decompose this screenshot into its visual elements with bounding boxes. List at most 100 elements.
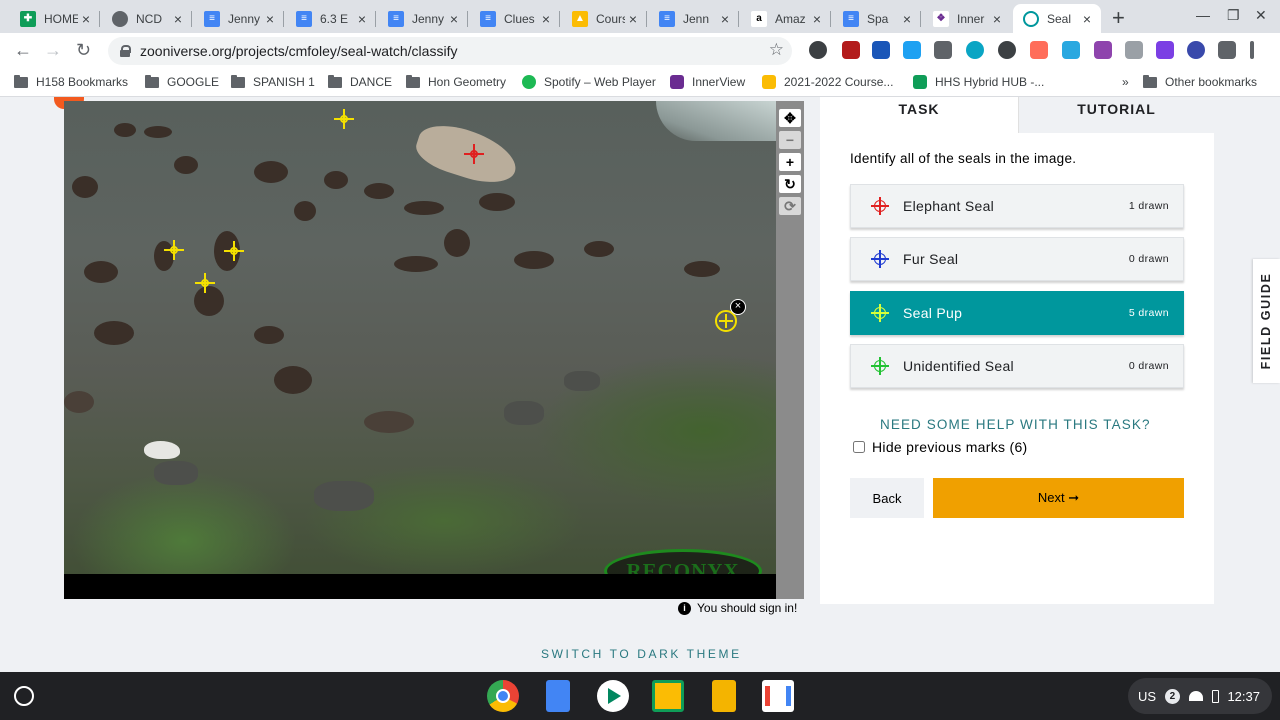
tab-docs-spanish[interactable]: ≡ Spa × (833, 4, 921, 33)
close-icon[interactable]: × (989, 11, 1005, 27)
bookmark-folder[interactable]: GOOGLE (145, 74, 219, 89)
close-icon[interactable]: × (625, 11, 641, 27)
extension-icon[interactable] (1094, 41, 1112, 59)
bookmarks-overflow[interactable]: » (1122, 75, 1129, 89)
bookmark-folder[interactable]: SPANISH 1 (231, 74, 315, 89)
bookmark-link[interactable]: InnerView (670, 75, 745, 89)
close-icon[interactable]: × (1079, 11, 1095, 27)
rotate-button[interactable]: ↻ (779, 175, 801, 193)
puzzle-icon[interactable] (1218, 41, 1236, 59)
tool-seal-pup[interactable]: Seal Pup 5 drawn (850, 291, 1184, 335)
extension-icon[interactable] (1062, 41, 1080, 59)
hide-marks-checkbox[interactable] (853, 441, 865, 453)
close-icon[interactable]: × (262, 11, 278, 27)
extension-icon[interactable] (1156, 41, 1174, 59)
seal-pup-mark[interactable] (224, 241, 244, 261)
window-close-button[interactable]: ✕ (1255, 7, 1267, 24)
tab-innerview[interactable]: ❖ Inner × (923, 4, 1011, 33)
delete-mark-button[interactable]: × (730, 299, 746, 315)
status-area[interactable]: US 2 12:37 (1128, 678, 1272, 714)
bookmark-link[interactable]: HHS Hybrid HUB -... (913, 75, 1044, 89)
close-icon[interactable]: × (170, 11, 186, 27)
launcher-icon[interactable] (14, 686, 34, 706)
extension-icon[interactable] (1030, 41, 1048, 59)
classroom-icon[interactable] (652, 680, 684, 712)
seal (364, 183, 394, 199)
extension-icon[interactable] (1125, 41, 1143, 59)
extension-icon[interactable] (966, 41, 984, 59)
extension-icon[interactable] (934, 41, 952, 59)
reset-button[interactable]: ⟳ (779, 197, 801, 215)
back-button[interactable]: ← (14, 40, 32, 61)
tab-task[interactable]: TASK (820, 97, 1018, 133)
close-icon[interactable]: × (538, 11, 554, 27)
tab-amazon[interactable]: a Amaz × (741, 4, 831, 33)
seal-pup-mark[interactable] (164, 240, 184, 260)
folder-icon (145, 74, 159, 88)
seal-pup-mark[interactable] (195, 273, 215, 293)
seal-pup-mark[interactable] (334, 109, 354, 129)
task-help-link[interactable]: NEED SOME HELP WITH THIS TASK? (880, 417, 1151, 432)
play-triangle (608, 688, 621, 704)
docs-app-icon[interactable] (546, 680, 570, 712)
close-icon[interactable]: × (446, 11, 462, 27)
field-guide-tab[interactable]: FIELD GUIDE (1253, 259, 1280, 383)
tab-ncd[interactable]: NCD × (102, 4, 192, 33)
bookmark-star-icon[interactable]: ☆ (769, 40, 784, 60)
clock: 12:37 (1227, 688, 1260, 704)
move-tool-button[interactable]: ✥ (779, 109, 801, 127)
tool-elephant-seal[interactable]: Elephant Seal 1 drawn (850, 184, 1184, 228)
tab-seal-watch[interactable]: Seal × (1013, 4, 1101, 33)
gmail-icon[interactable] (762, 680, 794, 712)
tab-docs-jenn[interactable]: ≡ Jenn × (649, 4, 739, 33)
extension-icon[interactable] (872, 41, 890, 59)
next-button[interactable]: Next ➞ (933, 478, 1184, 518)
tab-docs-6-3[interactable]: ≡ 6.3 E × (286, 4, 376, 33)
forward-button[interactable]: → (44, 40, 62, 61)
close-icon[interactable]: × (354, 11, 370, 27)
restore-button[interactable]: ❐ (1227, 7, 1240, 24)
close-icon[interactable]: × (899, 11, 915, 27)
elephant-seal-mark[interactable] (464, 144, 484, 164)
new-tab-button[interactable]: + (1112, 5, 1125, 31)
close-icon[interactable]: × (809, 11, 825, 27)
chrome-icon[interactable] (487, 680, 519, 712)
bookmark-folder[interactable]: Hon Geometry (406, 74, 506, 89)
close-icon[interactable]: × (78, 11, 94, 27)
tab-drive-courses[interactable]: ▲ Cours × (562, 4, 647, 33)
subject-image[interactable]: × RECONYX (64, 101, 776, 599)
bookmark-folder[interactable]: DANCE (328, 74, 392, 89)
bookmark-link[interactable]: Spotify – Web Player (522, 75, 656, 89)
minimize-button[interactable]: — (1196, 7, 1210, 23)
close-icon[interactable]: × (717, 11, 733, 27)
back-button[interactable]: Back (850, 478, 924, 518)
extension-icon[interactable] (903, 41, 921, 59)
extension-icon[interactable] (809, 41, 827, 59)
tab-tutorial[interactable]: TUTORIAL (1018, 97, 1214, 133)
tab-docs-clues[interactable]: ≡ Clues × (470, 4, 560, 33)
other-bookmarks[interactable]: Other bookmarks (1143, 74, 1257, 89)
bookmark-link[interactable]: 2021-2022 Course... (762, 75, 893, 89)
slides-icon[interactable] (712, 680, 736, 712)
hide-marks-label: Hide previous marks (6) (872, 439, 1028, 455)
menu-icon[interactable] (1250, 41, 1254, 59)
play-store-icon[interactable] (597, 680, 629, 712)
tool-fur-seal[interactable]: Fur Seal 0 drawn (850, 237, 1184, 281)
reload-button[interactable]: ↻ (76, 40, 91, 61)
hide-marks-option[interactable]: Hide previous marks (6) (853, 439, 1028, 455)
address-bar[interactable]: zooniverse.org/projects/cmfoley/seal-wat… (108, 37, 792, 65)
rock (504, 401, 544, 425)
tab-docs-jenny[interactable]: ≡ Jenny × (194, 4, 284, 33)
tab-home[interactable]: ✚ HOME × (10, 4, 100, 33)
tab-docs-jenny-2[interactable]: ≡ Jenny × (378, 4, 468, 33)
image-info-bar (64, 574, 776, 599)
tool-name: Fur Seal (903, 251, 959, 267)
extension-icon[interactable] (998, 41, 1016, 59)
bookmark-folder[interactable]: H158 Bookmarks (14, 74, 128, 89)
tool-unidentified-seal[interactable]: Unidentified Seal 0 drawn (850, 344, 1184, 388)
extension-icon[interactable] (842, 41, 860, 59)
zoom-out-button[interactable]: − (779, 131, 801, 149)
zoom-in-button[interactable]: + (779, 153, 801, 171)
extension-icon[interactable] (1187, 41, 1205, 59)
switch-theme-link[interactable]: SWITCH TO DARK THEME (541, 647, 742, 661)
